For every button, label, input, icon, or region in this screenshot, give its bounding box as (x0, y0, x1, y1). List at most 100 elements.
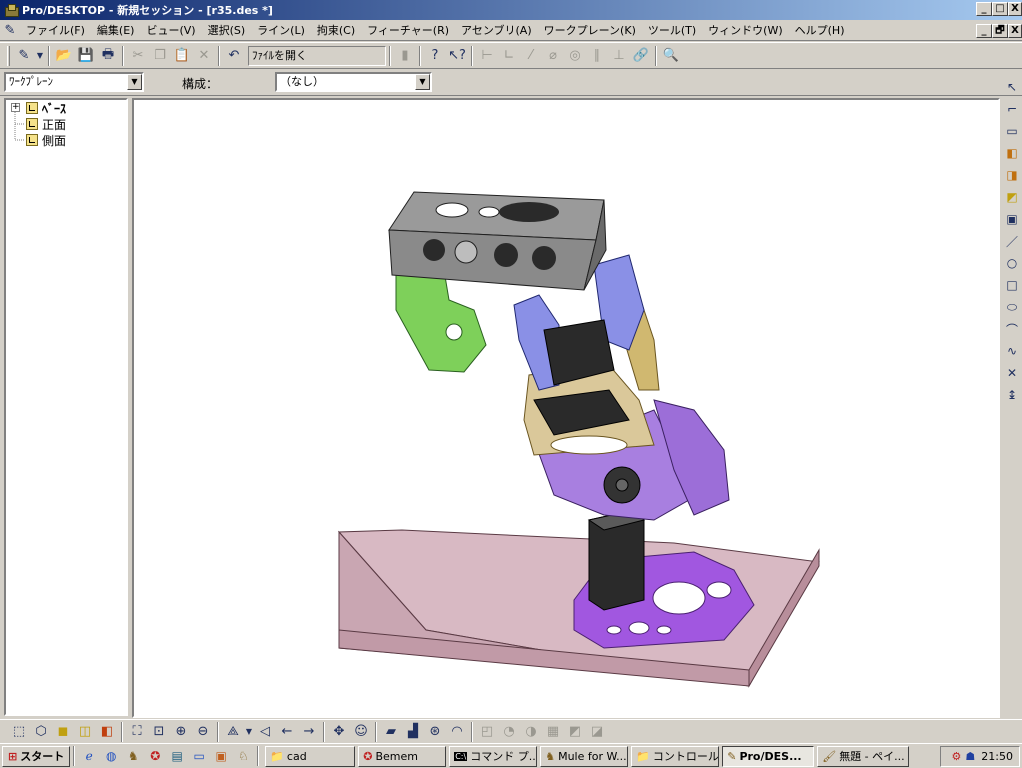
select-icon[interactable]: ↖ (1002, 76, 1022, 98)
doc-icon[interactable]: ✎ (0, 19, 20, 41)
tangent-icon[interactable]: ⌀ (542, 45, 564, 67)
3d-viewport[interactable] (132, 98, 1000, 718)
close-button[interactable]: X (1008, 2, 1022, 16)
menu-constraint[interactable]: 拘束(C) (311, 21, 361, 40)
task-pro-desktop[interactable]: ✎ Pro/DES... (722, 745, 815, 767)
feature-select-icon[interactable]: ◨ (1002, 164, 1022, 186)
line-draw-icon[interactable]: ／ (1002, 230, 1022, 252)
fillet-icon[interactable]: ◔ (498, 721, 520, 743)
menu-select[interactable]: 選択(S) (202, 21, 252, 40)
task-command-prompt[interactable]: C:\ コマンド プ... (449, 745, 538, 767)
task-control-panel[interactable]: 📁 コントロール... (631, 745, 720, 767)
mirror-icon[interactable]: ◩ (564, 721, 586, 743)
hidden-line-view-icon[interactable]: ⬡ (30, 721, 52, 743)
circle-draw-icon[interactable]: ○ (1002, 252, 1022, 274)
link-icon[interactable]: 🔗 (630, 45, 652, 67)
draft-icon[interactable]: ◪ (586, 721, 608, 743)
pattern-icon[interactable]: ▦ (542, 721, 564, 743)
spin-icon[interactable]: ✥ (328, 721, 350, 743)
cut-icon[interactable]: ✂ (127, 45, 149, 67)
doc-restore-button[interactable]: 🗗 (992, 24, 1008, 38)
task-bemem[interactable]: ✪ Bemem (358, 745, 447, 767)
task-paint[interactable]: 🖌 無題 - ペイ... (817, 745, 910, 767)
title-bar[interactable]: Pro/DESKTOP - 新規セッション - [r35.des *] _ □ … (0, 0, 1022, 20)
concentric-icon[interactable]: ◎ (564, 45, 586, 67)
loft-icon[interactable]: ◠ (446, 721, 468, 743)
print-icon[interactable]: 🖶 (97, 45, 119, 67)
zoom-fit-icon[interactable]: ⛶ (126, 721, 148, 743)
chamfer-icon[interactable]: ◑ (520, 721, 542, 743)
robot-arm-model[interactable] (134, 100, 998, 716)
trim-icon[interactable]: ✕ (1002, 362, 1022, 384)
shaded-edges-view-icon[interactable]: ◫ (74, 721, 96, 743)
zoom-in-icon[interactable]: ⊕ (170, 721, 192, 743)
shell-icon[interactable]: ◰ (476, 721, 498, 743)
dimension-icon[interactable]: ⊢ (476, 45, 498, 67)
inspect-icon[interactable]: 🔍 (660, 45, 682, 67)
workplane-select[interactable]: ﾜｰｸﾌﾟﾚｰﾝ ▼ (4, 72, 144, 92)
chevron-down-icon[interactable]: ▼ (244, 721, 254, 743)
app-shortcut-icon[interactable]: ✪ (144, 746, 166, 766)
arrow-right-icon[interactable]: → (298, 721, 320, 743)
mule-icon[interactable]: ♞ (122, 746, 144, 766)
extrude-icon[interactable]: ▰ (380, 721, 402, 743)
menu-window[interactable]: ウィンドウ(W) (702, 21, 788, 40)
app-icon[interactable] (3, 2, 19, 18)
minimize-button[interactable]: _ (976, 2, 992, 16)
open-folder-icon[interactable]: 📂 (53, 45, 75, 67)
doc-minimize-button[interactable]: _ (976, 24, 992, 38)
rectangle-draw-icon[interactable]: □ (1002, 274, 1022, 296)
zoom-out-icon[interactable]: ⊖ (192, 721, 214, 743)
ellipse-draw-icon[interactable]: ⬭ (1002, 296, 1022, 318)
mule-small-icon[interactable]: ♘ (232, 746, 254, 766)
sweep-icon[interactable]: ⊛ (424, 721, 446, 743)
tray-app-icon[interactable]: ☗ (965, 750, 975, 763)
maximize-button[interactable]: □ (992, 2, 1008, 16)
context-help-icon[interactable]: ↖? (446, 45, 468, 67)
task-mule[interactable]: ♞ Mule for W... (540, 745, 629, 767)
menu-help[interactable]: ヘルプ(H) (789, 21, 851, 40)
copy-icon[interactable]: ❐ (149, 45, 171, 67)
arc-draw-icon[interactable]: ⌒ (1002, 318, 1022, 340)
paste-icon[interactable]: 📋 (171, 45, 193, 67)
menu-feature[interactable]: フィーチャー(R) (361, 21, 455, 40)
tree-item-front[interactable]: 正面 (26, 116, 66, 132)
tray-network-icon[interactable]: ⚙ (952, 750, 962, 763)
ptc-icon[interactable]: ▣ (210, 746, 232, 766)
menu-tools[interactable]: ツール(T) (642, 21, 702, 40)
component-select-icon[interactable]: ▣ (1002, 208, 1022, 230)
smiley-icon[interactable]: ☺ (350, 721, 372, 743)
view-direction-icon[interactable]: ⟁ (222, 721, 244, 743)
revolve-icon[interactable]: ▟ (402, 721, 424, 743)
tree-item-side[interactable]: 側面 (26, 132, 66, 148)
design-mode-icon[interactable]: ✎ (13, 45, 35, 67)
file-open-field[interactable]: ﾌｧｲﾙを開く (248, 45, 386, 66)
view-previous-icon[interactable]: ◁ (254, 721, 276, 743)
undo-icon[interactable]: ↶ (223, 45, 245, 67)
arrow-left-icon[interactable]: ← (276, 721, 298, 743)
snap-icon[interactable]: ▮ (394, 45, 416, 67)
wireframe-view-icon[interactable]: ⬚ (8, 721, 30, 743)
menu-edit[interactable]: 編集(E) (91, 21, 141, 40)
tree-item-base[interactable]: ﾍﾞｰｽ (26, 100, 66, 116)
chevron-down-icon[interactable]: ▼ (35, 45, 45, 67)
workplane-select-icon[interactable]: ⌐ (1002, 98, 1022, 120)
spline-draw-icon[interactable]: ∿ (1002, 340, 1022, 362)
doc-close-button[interactable]: X (1008, 24, 1022, 38)
parallel-icon[interactable]: ∥ (586, 45, 608, 67)
toolbar-grip[interactable] (7, 45, 10, 66)
desktop-icon[interactable]: ▤ (166, 746, 188, 766)
enhanced-view-icon[interactable]: ◧ (96, 721, 118, 743)
menu-line[interactable]: ライン(L) (251, 21, 311, 40)
shaded-view-icon[interactable]: ◼ (52, 721, 74, 743)
ie-icon[interactable]: ℯ (78, 746, 100, 766)
edge-select-icon[interactable]: ▭ (1002, 120, 1022, 142)
menu-view[interactable]: ビュー(V) (140, 21, 201, 40)
menu-file[interactable]: ファイル(F) (20, 21, 91, 40)
face-select-icon[interactable]: ◧ (1002, 142, 1022, 164)
part-select-icon[interactable]: ◩ (1002, 186, 1022, 208)
chevron-down-icon[interactable]: ▼ (127, 74, 142, 90)
line-tool-icon[interactable]: ⁄ (520, 45, 542, 67)
menu-assembly[interactable]: アセンブリ(A) (455, 21, 538, 40)
menu-workplane[interactable]: ワークプレーン(K) (538, 21, 642, 40)
